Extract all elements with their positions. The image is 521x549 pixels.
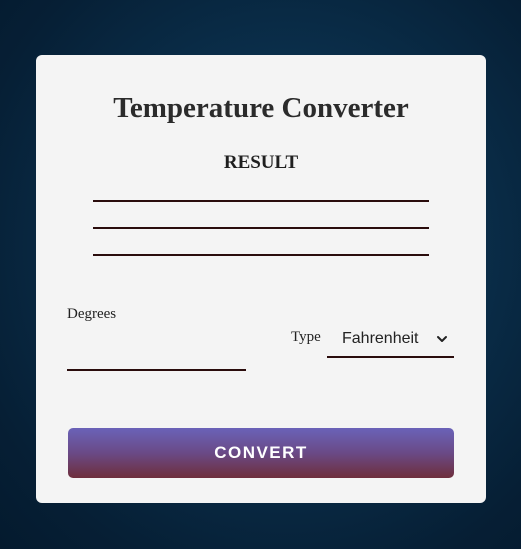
type-select-value: Fahrenheit — [342, 330, 419, 347]
degrees-input[interactable] — [67, 337, 246, 371]
result-line-3 — [93, 254, 429, 256]
type-label: Type — [291, 329, 321, 345]
type-select[interactable]: Fahrenheit — [327, 322, 454, 358]
converter-card: Temperature Converter RESULT Degrees Typ… — [36, 55, 486, 503]
result-line-1 — [93, 200, 429, 202]
result-line-2 — [93, 227, 429, 229]
result-label: RESULT — [223, 152, 299, 173]
chevron-down-icon — [437, 336, 447, 342]
page-title: Temperature Converter — [113, 92, 409, 124]
convert-button[interactable]: CONVERT — [68, 428, 454, 478]
degrees-label: Degrees — [67, 306, 117, 322]
